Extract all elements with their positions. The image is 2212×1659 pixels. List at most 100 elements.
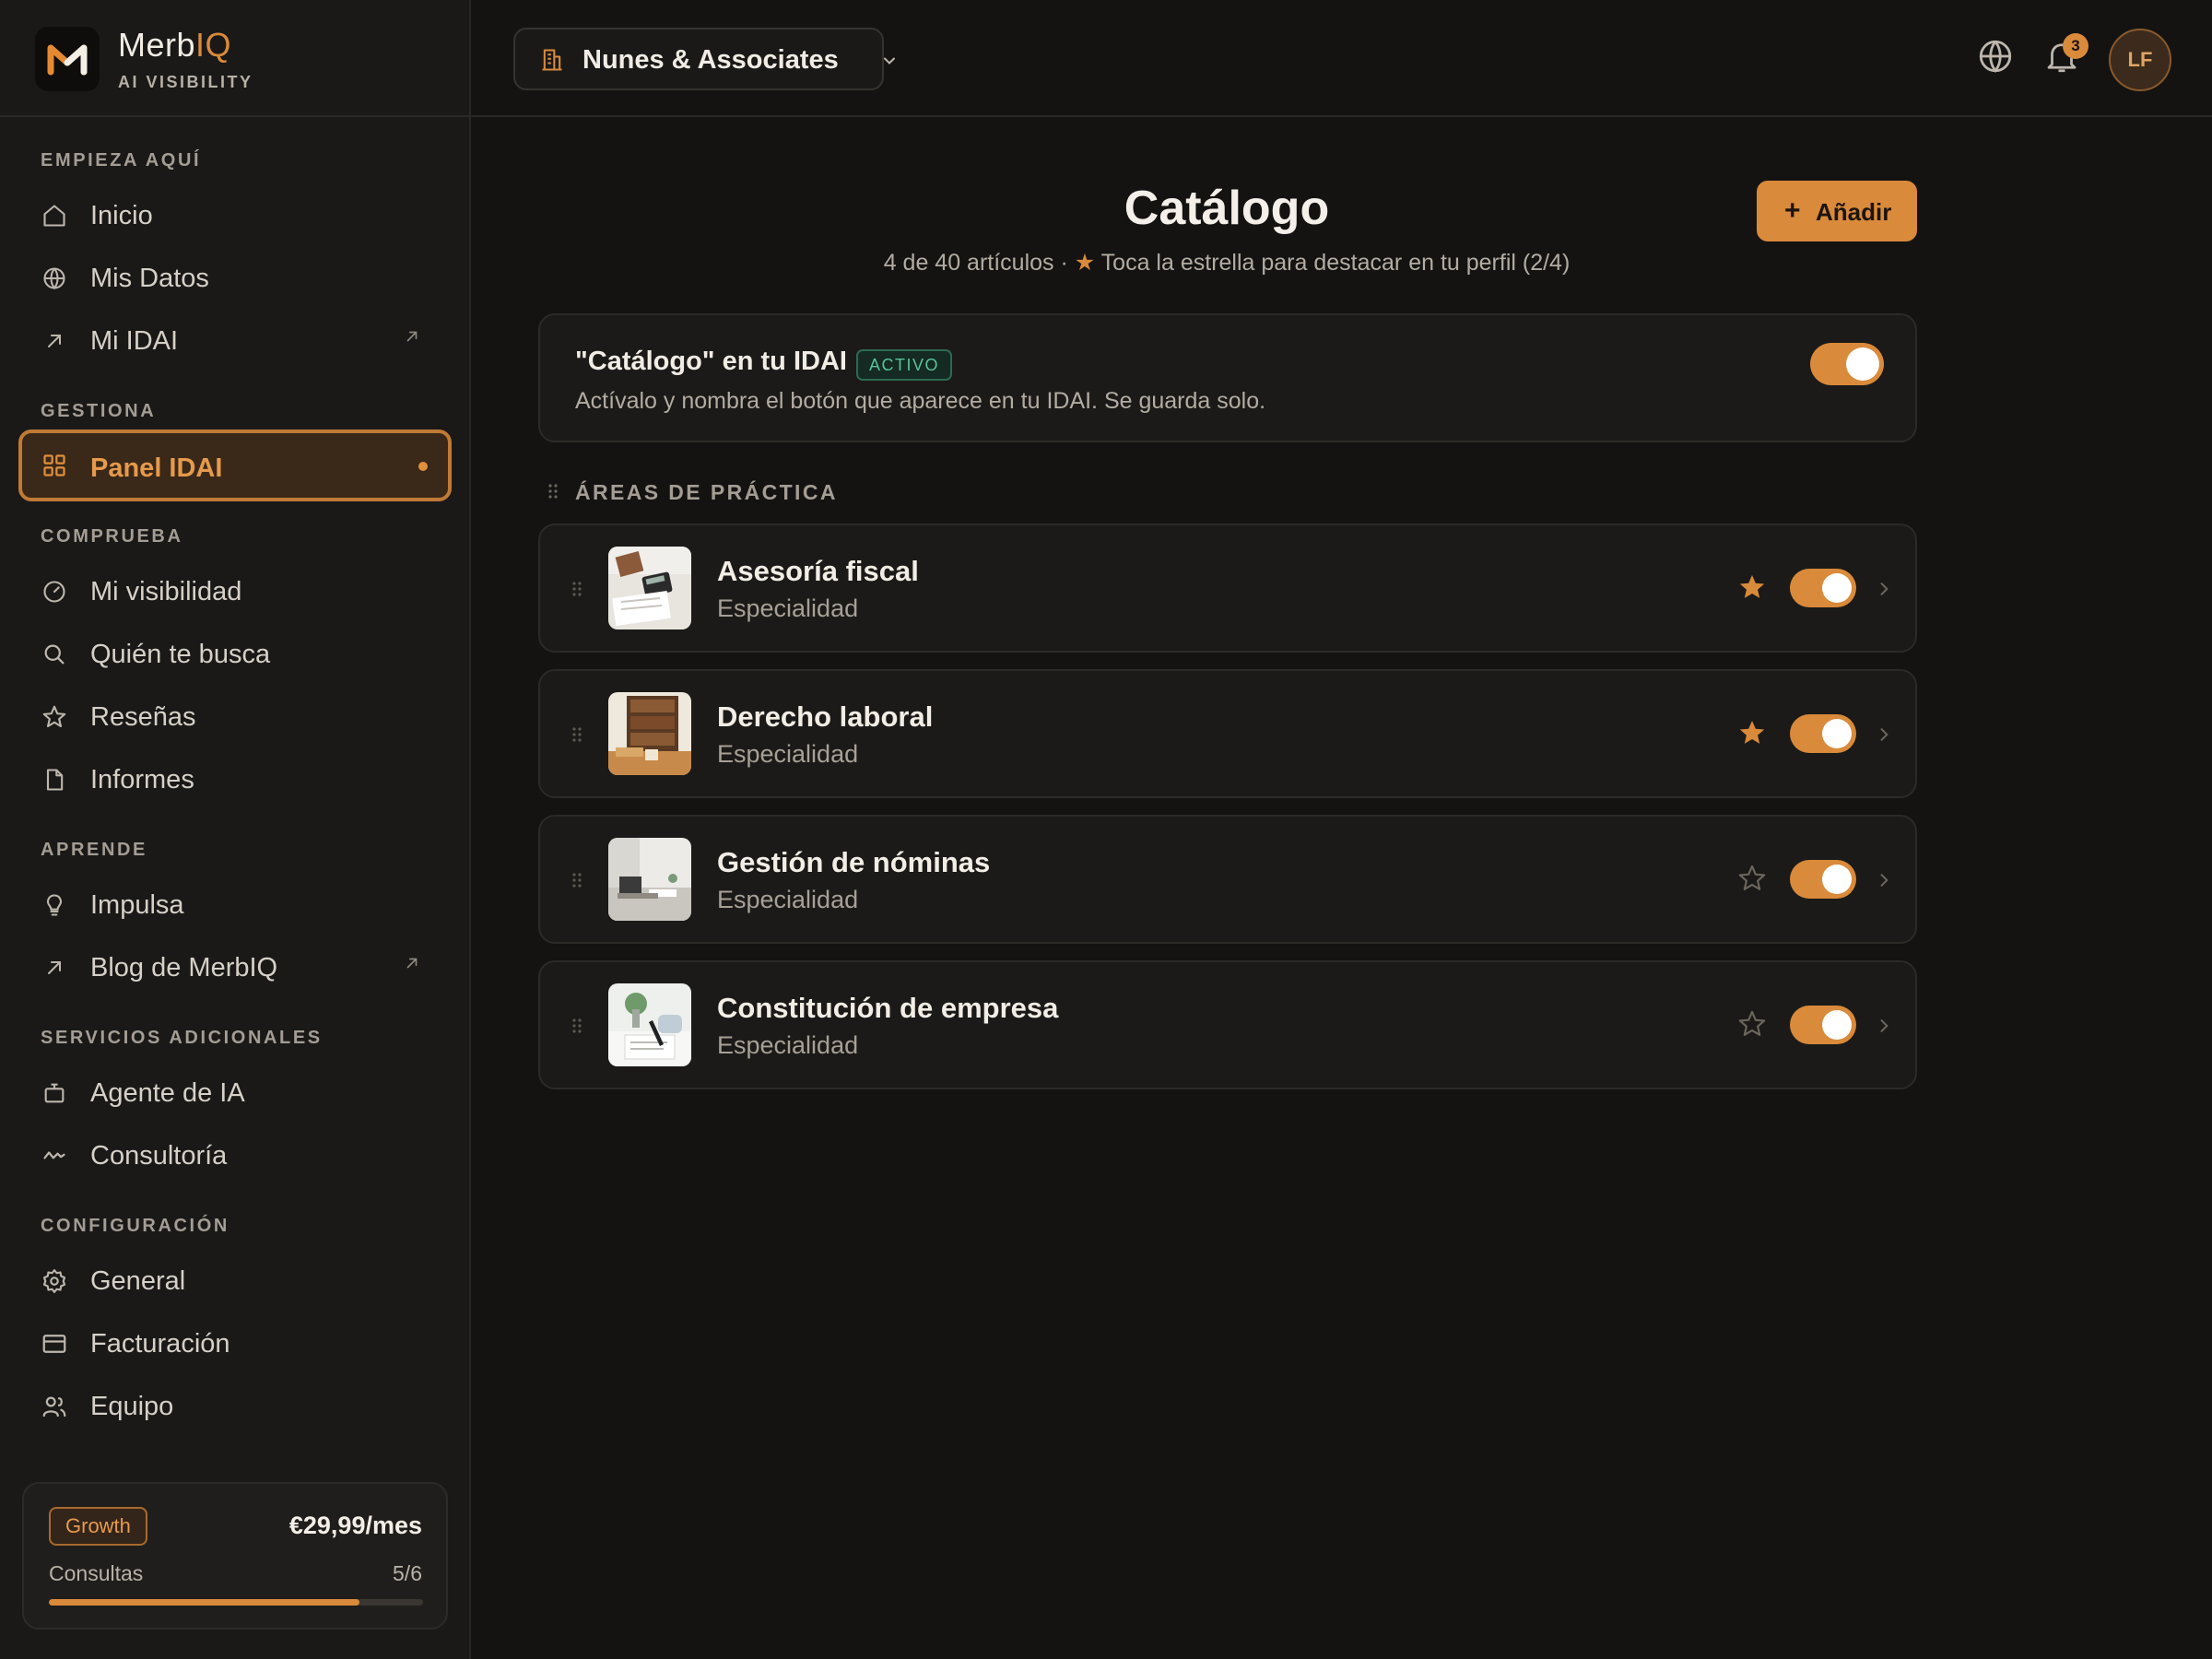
credit-card-icon [41, 1330, 68, 1358]
drag-handle-icon[interactable] [571, 872, 582, 888]
toggle-knob [1822, 865, 1852, 894]
page-title: Catálogo [1124, 182, 1330, 235]
toggle-knob [1822, 1010, 1852, 1040]
plan-usage-label: Consultas [49, 1561, 144, 1585]
sidebar-item-mis-datos[interactable]: Mis Datos [18, 250, 452, 307]
brand-logo-icon[interactable] [35, 27, 100, 91]
app-root: MerbIQ AI VISIBILITY EMPIEZA AQUÍ Inicio… [0, 0, 2212, 1659]
chevron-down-icon [880, 52, 899, 70]
sidebar-item-equipo[interactable]: Equipo [18, 1378, 452, 1435]
sidebar-item-label: Agente de IA [90, 1078, 245, 1108]
brand-name-prefix: Merb [118, 26, 196, 64]
list-item[interactable]: Gestión de nóminas Especialidad [538, 815, 1917, 944]
external-link-icon [404, 328, 428, 352]
sidebar-item-label: Equipo [90, 1392, 174, 1421]
sidebar-item-mi-idai[interactable]: Mi IDAI [18, 312, 452, 370]
star-outline-icon[interactable] [1736, 863, 1770, 896]
drag-handle-icon[interactable] [571, 726, 582, 743]
toggle-knob [1822, 573, 1852, 603]
home-icon [41, 202, 68, 229]
item-toggle[interactable] [1790, 1006, 1856, 1044]
chevron-right-icon[interactable] [1875, 870, 1893, 890]
plan-usage-bar-fill [49, 1599, 359, 1606]
group-label: ÁREAS DE PRÁCTICA [575, 480, 838, 504]
drag-handle-icon[interactable] [571, 581, 582, 597]
arrow-up-right-icon [41, 327, 68, 355]
sidebar-item-consultoria[interactable]: Consultoría [18, 1127, 452, 1184]
sidebar-item-quien-te-busca[interactable]: Quién te busca [18, 626, 452, 683]
arrow-up-right-icon [41, 954, 68, 982]
item-subtitle: Especialidad [717, 740, 859, 768]
drag-handle-icon[interactable] [547, 483, 559, 500]
add-button[interactable]: + Añadir [1757, 181, 1917, 241]
chevron-right-icon[interactable] [1875, 1016, 1893, 1036]
brand-name: MerbIQ [118, 26, 231, 65]
users-icon [41, 1393, 68, 1420]
subtitle-count: 4 de 40 artículos · [883, 250, 1075, 276]
sidebar-item-label: Reseñas [90, 702, 196, 732]
sidebar-item-informes[interactable]: Informes [18, 751, 452, 808]
sidebar-item-inicio[interactable]: Inicio [18, 187, 452, 244]
section-label-services: SERVICIOS ADICIONALES [41, 1028, 323, 1048]
language-globe-icon[interactable] [1976, 37, 2017, 77]
subtitle-hint: Toca la estrella para destacar en tu per… [1095, 250, 1571, 276]
org-selector[interactable]: Nunes & Associates [513, 28, 895, 90]
chevron-right-icon[interactable] [1875, 579, 1893, 599]
plus-icon: + [1784, 195, 1801, 226]
activity-icon [41, 1142, 68, 1170]
sidebar-item-blog[interactable]: Blog de MerbIQ [18, 939, 452, 996]
item-name: Asesoría fiscal [717, 555, 919, 587]
page-subtitle: 4 de 40 artículos · ★ Toca la estrella p… [719, 249, 1735, 276]
sidebar-item-label: Blog de MerbIQ [90, 953, 278, 982]
sidebar-item-panel-idai[interactable]: Panel IDAI [18, 429, 452, 501]
plan-card[interactable]: Growth €29,99/mes Consultas 5/6 [22, 1482, 448, 1630]
sidebar-item-label: Mi visibilidad [90, 577, 242, 606]
list-item[interactable]: Derecho laboral Especialidad [538, 669, 1917, 798]
sidebar-item-label: General [90, 1266, 186, 1296]
plan-usage-value: 5/6 [393, 1561, 422, 1585]
active-indicator-dot [418, 462, 428, 471]
sidebar-item-label: Panel IDAI [90, 453, 223, 483]
sidebar-item-facturacion[interactable]: Facturación [18, 1315, 452, 1372]
drag-handle-icon[interactable] [571, 1018, 582, 1034]
section-label-manage: GESTIONA [41, 401, 157, 421]
sidebar-item-label: Quién te busca [90, 640, 271, 669]
sidebar-item-resenas[interactable]: Reseñas [18, 688, 452, 746]
list-item[interactable]: Asesoría fiscal Especialidad [538, 524, 1917, 653]
globe-icon [41, 265, 68, 292]
lightbulb-icon [41, 891, 68, 919]
brand-name-suffix: IQ [195, 26, 232, 64]
star-filled-icon[interactable] [1736, 717, 1770, 750]
sidebar-item-label: Mis Datos [90, 264, 209, 293]
chevron-right-icon[interactable] [1875, 724, 1893, 745]
list-item[interactable]: Constitución de empresa Especialidad [538, 960, 1917, 1089]
sidebar-item-agente-ia[interactable]: Agente de IA [18, 1065, 452, 1122]
item-toggle[interactable] [1790, 714, 1856, 753]
star-filled-icon[interactable] [1736, 571, 1770, 605]
topbar: Nunes & Associates [471, 0, 2212, 117]
item-subtitle: Especialidad [717, 1031, 859, 1059]
sidebar-item-label: Impulsa [90, 890, 184, 920]
catalog-toggle[interactable] [1810, 343, 1884, 385]
sidebar-item-label: Inicio [90, 201, 153, 230]
item-subtitle: Especialidad [717, 594, 859, 622]
sidebar-item-mi-visibilidad[interactable]: Mi visibilidad [18, 563, 452, 620]
external-link-icon [404, 955, 428, 979]
avatar[interactable]: LF [2109, 29, 2171, 91]
toggle-knob [1822, 719, 1852, 748]
sidebar-item-label: Facturación [90, 1329, 230, 1359]
grid-icon [41, 452, 68, 479]
robot-icon [41, 1079, 68, 1107]
search-icon [41, 641, 68, 668]
item-name: Derecho laboral [717, 700, 934, 733]
sidebar-item-general[interactable]: General [18, 1253, 452, 1310]
catalog-feature-card: "Catálogo" en tu IDAI ACTIVO Actívalo y … [538, 313, 1917, 442]
item-name: Constitución de empresa [717, 992, 1059, 1024]
star-outline-icon[interactable] [1736, 1008, 1770, 1041]
star-icon: ★ [1074, 250, 1096, 276]
sidebar-item-impulsa[interactable]: Impulsa [18, 877, 452, 934]
brand: MerbIQ AI VISIBILITY [0, 0, 469, 117]
item-toggle[interactable] [1790, 569, 1856, 607]
status-badge: ACTIVO [856, 349, 953, 381]
item-toggle[interactable] [1790, 860, 1856, 899]
